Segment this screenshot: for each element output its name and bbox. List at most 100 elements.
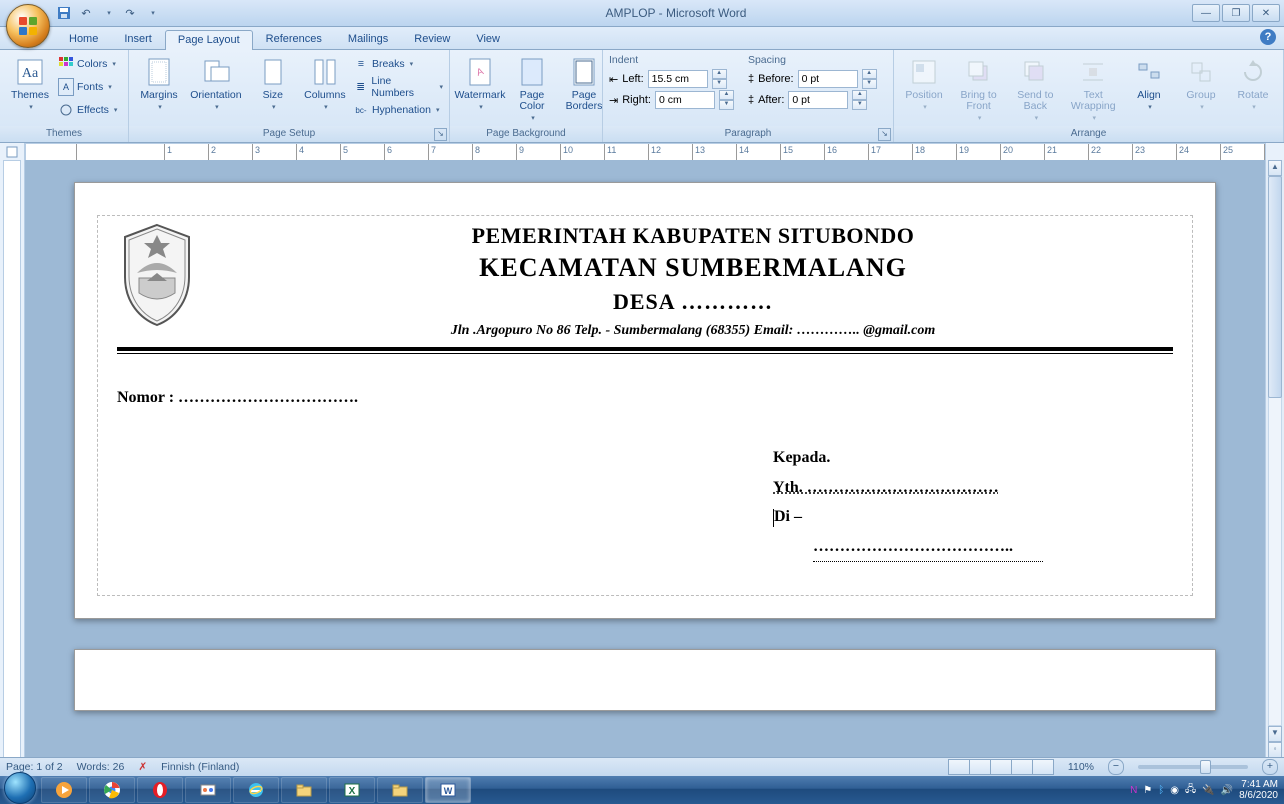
taskbar-explorer[interactable] [281, 777, 327, 803]
status-words[interactable]: Words: 26 [77, 761, 125, 773]
save-icon[interactable] [56, 5, 72, 21]
tray-onenote-icon[interactable]: N [1130, 785, 1137, 796]
spacing-before-down[interactable]: ▼ [862, 79, 877, 89]
breaks-button[interactable]: ≡Breaks [353, 54, 443, 74]
tray-clock[interactable]: 7:41 AM8/6/2020 [1239, 779, 1278, 801]
bring-to-front-button[interactable]: Bring to Front [952, 54, 1005, 124]
tray-power-icon[interactable]: 🔌 [1202, 785, 1214, 796]
taskbar-chrome[interactable] [89, 777, 135, 803]
orientation-button[interactable]: Orientation [187, 54, 245, 113]
taskbar-excel[interactable]: X [329, 777, 375, 803]
close-button[interactable]: ✕ [1252, 4, 1280, 22]
send-to-back-button[interactable]: Send to Back [1009, 54, 1061, 124]
zoom-out[interactable]: − [1108, 759, 1124, 775]
indent-left-down[interactable]: ▼ [712, 79, 727, 89]
taskbar-ie[interactable] [233, 777, 279, 803]
browse-object[interactable]: ◦ [1268, 742, 1282, 758]
vertical-scrollbar[interactable]: ▲ ▼ ◦ [1265, 160, 1284, 758]
theme-effects[interactable]: Effects [58, 100, 117, 120]
indent-left-input[interactable] [648, 70, 708, 88]
tray-bluetooth-icon[interactable]: ᛒ [1158, 785, 1164, 796]
view-print-layout[interactable] [948, 759, 970, 775]
scroll-down[interactable]: ▼ [1268, 726, 1282, 742]
tab-insert[interactable]: Insert [111, 29, 165, 49]
hyphenation-button[interactable]: bc-Hyphenation [353, 100, 443, 120]
theme-colors[interactable]: Colors [58, 54, 117, 74]
proofing-icon[interactable]: ✗ [138, 761, 147, 773]
tab-review[interactable]: Review [401, 29, 463, 49]
tray-flag-icon[interactable]: ⚑ [1143, 785, 1152, 796]
undo-dropdown[interactable] [100, 5, 116, 21]
scroll-thumb[interactable] [1268, 176, 1282, 398]
taskbar-word[interactable]: W [425, 777, 471, 803]
letterhead: PEMERINTAH KABUPATEN SITUBONDO KECAMATAN… [117, 223, 1173, 354]
rotate-button[interactable]: Rotate [1229, 54, 1277, 113]
nomor-line: Nomor : ……………………………. [117, 389, 1173, 407]
tray-volume-icon[interactable]: 🔊 [1221, 785, 1233, 796]
ruler-vertical[interactable] [0, 160, 25, 758]
tab-page-layout[interactable]: Page Layout [165, 30, 253, 50]
spacing-before-input[interactable] [798, 70, 858, 88]
status-page[interactable]: Page: 1 of 2 [6, 761, 63, 773]
tray-network-icon[interactable]: 🖧 [1185, 782, 1196, 799]
theme-fonts[interactable]: AFonts [58, 77, 117, 97]
minimize-button[interactable]: — [1192, 4, 1220, 22]
zoom-slider[interactable] [1138, 765, 1248, 769]
maximize-button[interactable]: ❐ [1222, 4, 1250, 22]
page-color-button[interactable]: Page Color [508, 54, 556, 124]
page-borders-button[interactable]: Page Borders [560, 54, 608, 114]
document-body[interactable]: Nomor : ……………………………. Kepada. Yth. ………………… [117, 389, 1173, 407]
svg-text:W: W [444, 786, 453, 796]
window-title: AMPLOP - Microsoft Word [160, 6, 1192, 20]
columns-button[interactable]: Columns [301, 54, 349, 113]
taskbar-opera[interactable] [137, 777, 183, 803]
watermark-button[interactable]: AWatermark [456, 54, 504, 113]
undo-icon[interactable]: ↶ [78, 5, 94, 21]
indent-left-up[interactable]: ▲ [712, 69, 727, 79]
align-button[interactable]: Align [1125, 54, 1173, 113]
page-setup-launcher[interactable]: ↘ [434, 128, 447, 141]
tray-shield-icon[interactable]: ◉ [1170, 785, 1179, 796]
start-button[interactable] [0, 776, 40, 804]
indent-left-icon: ⇤ [609, 73, 618, 86]
view-outline[interactable] [1011, 759, 1033, 775]
tab-references[interactable]: References [253, 29, 335, 49]
group-button[interactable]: Group [1177, 54, 1225, 113]
text-wrapping-button[interactable]: Text Wrapping [1065, 54, 1121, 124]
margins-button[interactable]: Margins [135, 54, 183, 113]
ruler-corner[interactable] [0, 143, 25, 161]
view-draft[interactable] [1032, 759, 1054, 775]
taskbar-folder[interactable] [377, 777, 423, 803]
spacing-after-up[interactable]: ▲ [852, 90, 867, 100]
office-button[interactable] [6, 4, 50, 48]
status-language[interactable]: Finnish (Finland) [161, 761, 239, 773]
line-numbers-button[interactable]: ≣Line Numbers [353, 77, 443, 97]
position-button[interactable]: Position [900, 54, 948, 113]
spacing-after-down[interactable]: ▼ [852, 100, 867, 110]
tab-mailings[interactable]: Mailings [335, 29, 401, 49]
address-block: Kepada. Yth. ……………………………… Di – ………………………… [773, 443, 1093, 562]
qat-customize[interactable] [144, 5, 160, 21]
scroll-up[interactable]: ▲ [1268, 160, 1282, 176]
tab-home[interactable]: Home [56, 29, 111, 49]
view-full-screen[interactable] [969, 759, 991, 775]
indent-right-up[interactable]: ▲ [719, 90, 734, 100]
indent-right-down[interactable]: ▼ [719, 100, 734, 110]
document-canvas[interactable]: PEMERINTAH KABUPATEN SITUBONDO KECAMATAN… [25, 160, 1265, 758]
spacing-before-up[interactable]: ▲ [862, 69, 877, 79]
tab-view[interactable]: View [463, 29, 513, 49]
size-button[interactable]: Size [249, 54, 297, 113]
taskbar-media-player[interactable] [41, 777, 87, 803]
dash-line: ……………………………….. [773, 532, 1093, 563]
zoom-knob[interactable] [1200, 760, 1211, 774]
themes-button[interactable]: Aa Themes [6, 54, 54, 113]
paragraph-launcher[interactable]: ↘ [878, 128, 891, 141]
spacing-after-input[interactable] [788, 91, 848, 109]
taskbar-paint[interactable] [185, 777, 231, 803]
redo-icon[interactable]: ↷ [122, 5, 138, 21]
zoom-level[interactable]: 110% [1068, 761, 1094, 773]
zoom-in[interactable]: + [1262, 759, 1278, 775]
view-web-layout[interactable] [990, 759, 1012, 775]
help-icon[interactable]: ? [1260, 29, 1276, 45]
indent-right-input[interactable] [655, 91, 715, 109]
